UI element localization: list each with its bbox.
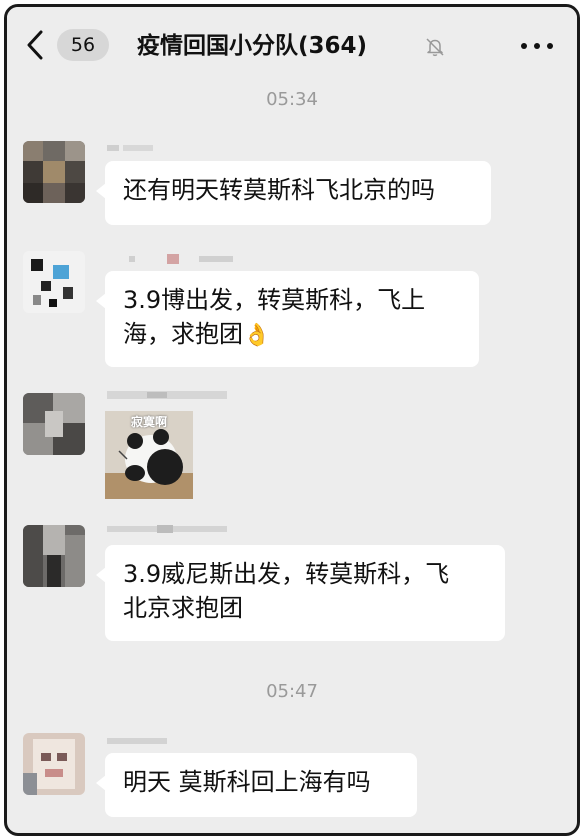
message-bubble[interactable]: 3.9博出发，转莫斯科，飞上 海，求抱团👌 [96, 271, 479, 367]
bell-mute-icon [426, 38, 444, 57]
sticker-caption: 寂寞啊 [130, 415, 167, 429]
timestamp: 05:47 [266, 681, 318, 702]
avatar[interactable] [23, 733, 85, 795]
timestamp: 05:34 [266, 89, 318, 110]
sender-name-blurred [107, 143, 227, 153]
ok-hand-emoji: 👌 [243, 323, 271, 348]
message-text: 明天 莫斯科回上海有吗 [123, 768, 371, 796]
message-bubble[interactable]: 还有明天转莫斯科飞北京的吗 [96, 161, 491, 225]
message-text: 还有明天转莫斯科飞北京的吗 [123, 176, 435, 204]
message-text-line: 北京求抱团 [123, 594, 243, 622]
sender-name-blurred [107, 735, 227, 745]
unread-count-badge: 56 [57, 29, 109, 61]
message-bubble[interactable]: 明天 莫斯科回上海有吗 [96, 753, 417, 817]
sender-name-blurred [107, 389, 227, 399]
chevron-left-icon [27, 30, 43, 60]
chat-window: 56 疫情回国小分队(364) 05:34 还有明天转莫斯科飞北京的吗 3.9博… [4, 4, 580, 836]
more-dots-icon[interactable] [519, 37, 555, 55]
avatar[interactable] [23, 141, 85, 203]
message-bubble[interactable]: 3.9威尼斯出发，转莫斯科，飞 北京求抱团 [96, 545, 505, 641]
avatar[interactable] [23, 251, 85, 313]
chat-title[interactable]: 疫情回国小分队(364) [137, 29, 397, 63]
message-text-line: 海，求抱团 [123, 320, 243, 348]
chat-header: 56 疫情回国小分队(364) [7, 7, 577, 83]
sticker-image[interactable]: 寂寞啊 [105, 411, 193, 499]
message-text-line: 3.9威尼斯出发，转莫斯科，飞 [123, 560, 450, 588]
message-text-line: 3.9博出发，转莫斯科，飞上 [123, 286, 426, 314]
sender-name-blurred [107, 523, 227, 533]
back-button[interactable]: 56 [25, 25, 115, 65]
avatar[interactable] [23, 393, 85, 455]
avatar[interactable] [23, 525, 85, 587]
sender-name-blurred [107, 253, 233, 264]
